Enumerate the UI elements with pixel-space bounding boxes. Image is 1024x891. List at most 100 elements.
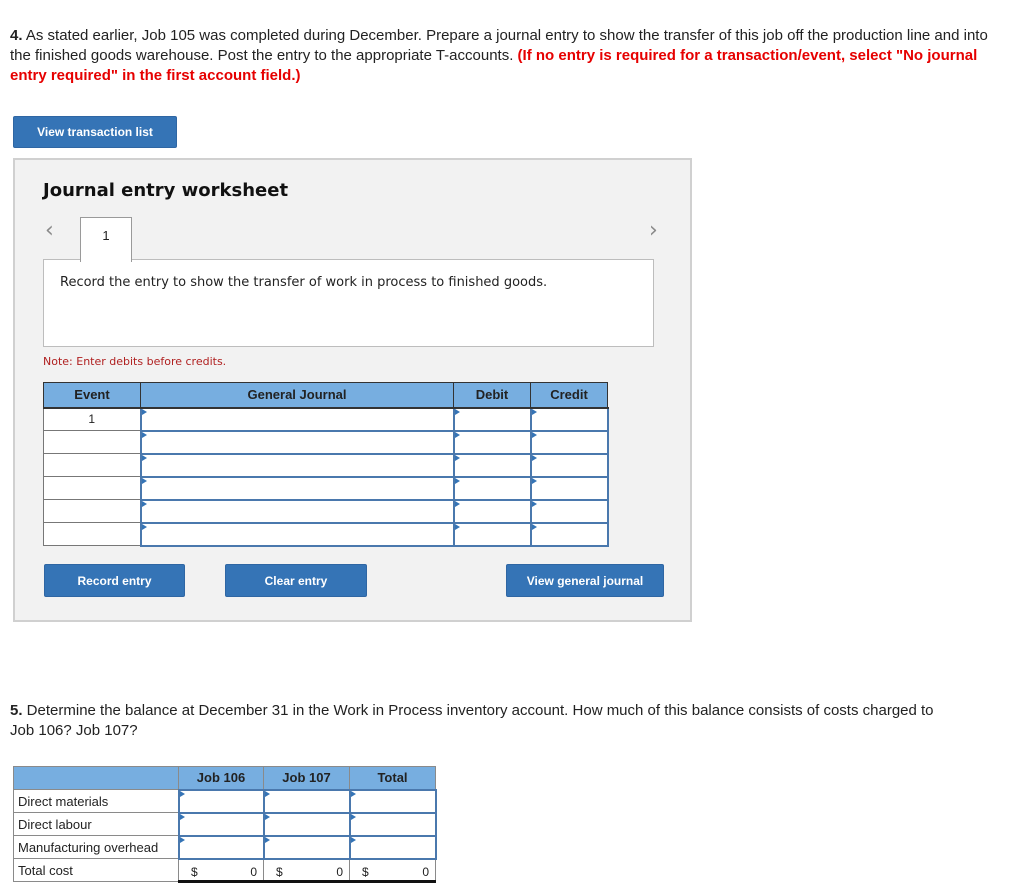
journal-row — [43, 475, 609, 501]
chevron-right-icon[interactable]: › — [649, 220, 658, 242]
debit-input[interactable] — [454, 431, 530, 453]
job106-input[interactable] — [179, 790, 263, 812]
entry-description-box: Record the entry to show the transfer of… — [43, 259, 654, 347]
journal-row — [43, 429, 609, 455]
job106-cell[interactable] — [177, 811, 265, 837]
total-input[interactable] — [350, 813, 435, 835]
credit-cell[interactable] — [529, 498, 609, 524]
credit-cell[interactable] — [529, 475, 609, 501]
credit-cell[interactable] — [529, 429, 609, 455]
dropdown-indicator-icon — [179, 836, 185, 843]
debit-cell[interactable] — [452, 475, 532, 501]
job107-cell[interactable] — [262, 788, 351, 814]
total-input[interactable] — [350, 790, 435, 812]
job106-total: $0 — [178, 857, 264, 883]
journal-table: Event General Journal Debit Credit 1 — [43, 382, 609, 547]
job107-input[interactable] — [264, 813, 349, 835]
worksheet-title: Journal entry worksheet — [43, 180, 289, 201]
dropdown-indicator-icon — [531, 500, 537, 507]
clear-entry-button[interactable]: Clear entry — [225, 564, 367, 597]
account-cell[interactable] — [139, 475, 455, 501]
journal-row — [43, 452, 609, 478]
question-5-body: Determine the balance at December 31 in … — [10, 702, 934, 739]
debit-input[interactable] — [454, 454, 530, 476]
account-cell[interactable] — [139, 406, 455, 432]
dropdown-indicator-icon — [454, 408, 460, 415]
account-input[interactable] — [141, 408, 453, 430]
event-cell — [43, 430, 141, 454]
credit-input[interactable] — [531, 408, 607, 430]
account-input[interactable] — [141, 477, 453, 499]
debit-input[interactable] — [454, 523, 530, 545]
view-transaction-list-button[interactable]: View transaction list — [13, 116, 177, 148]
currency-symbol: $ — [276, 864, 283, 879]
header-blank — [13, 766, 179, 790]
credit-cell[interactable] — [529, 406, 609, 432]
chevron-left-icon[interactable]: ‹ — [45, 220, 54, 242]
worksheet-tab-1[interactable]: 1 — [80, 217, 132, 262]
dropdown-indicator-icon — [141, 408, 147, 415]
job107-input[interactable] — [264, 790, 349, 812]
dropdown-indicator-icon — [350, 790, 356, 797]
question-5-number: 5. — [10, 702, 23, 719]
job107-cell[interactable] — [262, 811, 351, 837]
account-cell[interactable] — [139, 521, 455, 547]
grand-total-value: 0 — [422, 864, 429, 879]
record-entry-button[interactable]: Record entry — [44, 564, 185, 597]
debit-input[interactable] — [454, 477, 530, 499]
header-general-journal: General Journal — [140, 382, 454, 409]
question-4-text: 4. As stated earlier, Job 105 was comple… — [10, 26, 1010, 86]
job107-total: $0 — [263, 857, 350, 883]
debit-cell[interactable] — [452, 498, 532, 524]
header-debit: Debit — [453, 382, 531, 409]
event-cell — [43, 476, 141, 500]
cost-row-direct-labour: Direct labour — [13, 811, 437, 837]
cost-label: Direct labour — [13, 812, 179, 836]
dropdown-indicator-icon — [454, 431, 460, 438]
total-cell[interactable] — [348, 834, 437, 860]
credit-input[interactable] — [531, 431, 607, 453]
debit-cell[interactable] — [452, 429, 532, 455]
credit-cell[interactable] — [529, 452, 609, 478]
view-general-journal-button[interactable]: View general journal — [506, 564, 664, 597]
job107-input[interactable] — [264, 836, 349, 858]
account-input[interactable] — [141, 454, 453, 476]
event-cell — [43, 522, 141, 546]
account-cell[interactable] — [139, 429, 455, 455]
debits-note: Note: Enter debits before credits. — [43, 355, 227, 368]
credit-input[interactable] — [531, 477, 607, 499]
job106-cell[interactable] — [177, 834, 265, 860]
total-input[interactable] — [350, 836, 435, 858]
job107-cell[interactable] — [262, 834, 351, 860]
account-input[interactable] — [141, 431, 453, 453]
credit-input[interactable] — [531, 500, 607, 522]
job106-input[interactable] — [179, 813, 263, 835]
total-cell[interactable] — [348, 811, 437, 837]
job106-input[interactable] — [179, 836, 263, 858]
dropdown-indicator-icon — [141, 523, 147, 530]
dropdown-indicator-icon — [141, 454, 147, 461]
credit-input[interactable] — [531, 523, 607, 545]
header-job-107: Job 107 — [263, 766, 350, 790]
debit-input[interactable] — [454, 500, 530, 522]
account-input[interactable] — [141, 500, 453, 522]
debit-cell[interactable] — [452, 452, 532, 478]
entry-description: Record the entry to show the transfer of… — [60, 275, 548, 290]
header-credit: Credit — [530, 382, 608, 409]
event-cell — [43, 499, 141, 523]
debit-input[interactable] — [454, 408, 530, 430]
header-event: Event — [43, 382, 141, 409]
cost-label: Manufacturing overhead — [13, 835, 179, 859]
account-cell[interactable] — [139, 452, 455, 478]
dropdown-indicator-icon — [531, 431, 537, 438]
job107-total-value: 0 — [336, 864, 343, 879]
credit-input[interactable] — [531, 454, 607, 476]
journal-row — [43, 498, 609, 524]
account-input[interactable] — [141, 523, 453, 545]
job106-cell[interactable] — [177, 788, 265, 814]
debit-cell[interactable] — [452, 406, 532, 432]
account-cell[interactable] — [139, 498, 455, 524]
credit-cell[interactable] — [529, 521, 609, 547]
debit-cell[interactable] — [452, 521, 532, 547]
total-cell[interactable] — [348, 788, 437, 814]
